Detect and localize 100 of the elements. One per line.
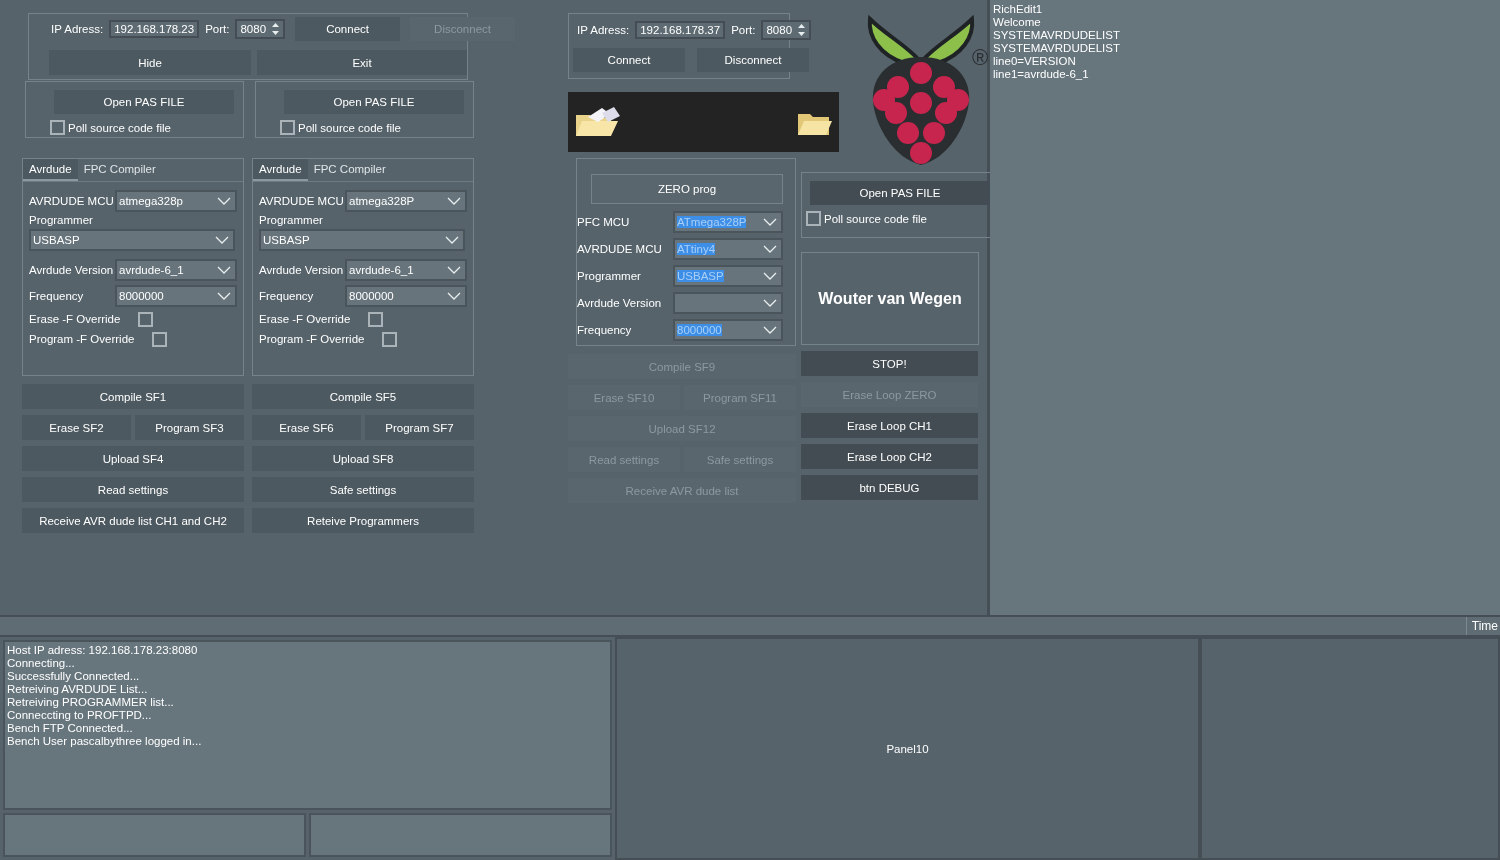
dropdown[interactable]: atmega328P: [345, 190, 467, 212]
dropdown[interactable]: avrdude-6_1: [115, 259, 237, 281]
button[interactable]: Open PAS FILE: [284, 90, 464, 114]
dropdown[interactable]: USBASP: [29, 229, 235, 251]
field-label: Avrdude Version: [577, 296, 662, 309]
log-line: Host IP adress: 192.168.178.23:8080: [7, 644, 199, 657]
column-header[interactable]: Time: [1465, 617, 1500, 635]
rich-edit-memo[interactable]: RichEdit1 Welcome SYSTEMAVRDUDELIST SYSTEMAVRDUDELIST line0=VERSION line1=avrdude-6_1: [990, 0, 1500, 615]
button[interactable]: Erase Loop CH2: [801, 444, 978, 469]
field-label: Frequency: [577, 323, 632, 336]
log-line: Retreiving PROGRAMMER list...: [7, 696, 175, 709]
dropdown[interactable]: 8000000: [345, 285, 467, 307]
field-label: Frequency: [259, 290, 314, 302]
chevron-down-icon: [447, 292, 461, 300]
checkbox-label: Poll source code file: [298, 121, 401, 134]
log-line: Connecting...: [7, 657, 76, 670]
author-name: Wouter van Wegen: [818, 289, 962, 308]
spin-arrows-icon: [797, 23, 807, 37]
panel-caption: Panel10: [886, 742, 929, 755]
button[interactable]: Receive AVR dude list CH1 and CH2: [22, 508, 244, 533]
checkbox-label: Program -F Override: [29, 333, 135, 345]
button[interactable]: Reteive Programmers: [252, 508, 474, 533]
checkbox-label: Poll source code file: [68, 121, 171, 134]
button[interactable]: Connect: [573, 48, 685, 72]
field-label: PFC MCU: [577, 215, 630, 228]
checkbox[interactable]: [382, 331, 398, 347]
button[interactable]: Connect: [295, 17, 401, 41]
folder-icon: [574, 105, 622, 139]
button[interactable]: Open PAS FILE: [810, 181, 990, 205]
chevron-down-icon: [763, 298, 777, 307]
memo-line: line0=VERSION: [993, 55, 1077, 68]
log-memo[interactable]: [3, 640, 612, 810]
dropdown[interactable]: 8000000: [115, 285, 237, 307]
checkbox[interactable]: [280, 120, 295, 135]
button[interactable]: Erase Loop CH1: [801, 413, 978, 438]
field-label: Avrdude Version: [29, 264, 114, 276]
log-line: Bench User pascalbythree logged in...: [7, 735, 203, 748]
field-label: Programmer: [29, 214, 94, 226]
chevron-down-icon: [763, 271, 777, 280]
button[interactable]: ZERO prog: [591, 174, 783, 204]
spin-arrows-icon: [271, 22, 281, 36]
field-label: Avrdude Version: [259, 264, 344, 276]
field-label: AVRDUDE MCU: [29, 195, 114, 207]
tab[interactable]: Avrdude: [23, 159, 78, 181]
button[interactable]: Compile SF1: [22, 384, 244, 409]
tab[interactable]: FPC Compiler: [307, 159, 392, 181]
tab[interactable]: Avrdude: [253, 159, 308, 181]
checkbox[interactable]: [806, 211, 821, 226]
log-line: Successfully Connected...: [7, 670, 141, 683]
chevron-down-icon: [215, 236, 229, 244]
checkbox[interactable]: [138, 311, 154, 327]
chevron-down-icon: [763, 325, 777, 334]
dropdown[interactable]: USBASP: [259, 229, 465, 251]
memo-line: SYSTEMAVRDUDELIST: [993, 29, 1121, 42]
log-line: Retreiving AVRDUDE List...: [7, 683, 149, 696]
chevron-down-icon: [217, 197, 231, 205]
button[interactable]: Hide: [49, 50, 251, 75]
chevron-down-icon: [447, 266, 461, 274]
button[interactable]: Safe settings: [252, 477, 474, 502]
field-label: IP Adress:: [577, 24, 630, 36]
field-label: Programmer: [259, 214, 324, 226]
button[interactable]: STOP!: [801, 351, 978, 376]
dropdown[interactable]: atmega328p: [115, 190, 237, 212]
field-label: Port:: [205, 23, 230, 35]
dropdown[interactable]: [673, 291, 783, 314]
dropdown[interactable]: avrdude-6_1: [345, 259, 467, 281]
ip-field[interactable]: 192.168.178.37: [635, 21, 726, 39]
button[interactable]: Upload SF4: [22, 446, 244, 471]
button[interactable]: Disconnect: [697, 48, 809, 72]
button[interactable]: Open PAS FILE: [54, 90, 234, 114]
checkbox-label: Poll source code file: [824, 212, 927, 225]
memo-line: RichEdit1: [993, 3, 1044, 16]
checkbox[interactable]: [368, 311, 384, 327]
button[interactable]: btn DEBUG: [801, 475, 978, 500]
ip-field[interactable]: 192.168.178.23: [109, 20, 200, 38]
button[interactable]: Program SF7: [365, 415, 474, 440]
button[interactable]: Erase SF2: [22, 415, 131, 440]
memo-line: SYSTEMAVRDUDELIST: [993, 42, 1121, 55]
button[interactable]: Exit: [257, 50, 467, 75]
chevron-down-icon: [217, 266, 231, 274]
port-spinner[interactable]: 8080: [235, 19, 286, 39]
tab[interactable]: FPC Compiler: [77, 159, 162, 181]
log-line: Conneccting to PROFTPD...: [7, 709, 153, 722]
button[interactable]: Upload SF8: [252, 446, 474, 471]
checkbox-label: Program -F Override: [259, 333, 365, 345]
port-spinner[interactable]: 8080: [761, 20, 812, 40]
checkbox[interactable]: [50, 120, 65, 135]
button[interactable]: Read settings: [22, 477, 244, 502]
button[interactable]: Erase SF6: [252, 415, 361, 440]
memo-line: Welcome: [993, 16, 1042, 29]
checkbox[interactable]: [152, 331, 168, 347]
log-line: Bench FTP Connected...: [7, 722, 134, 735]
button[interactable]: Program SF3: [135, 415, 244, 440]
field-label: Port:: [731, 24, 756, 36]
field-label: AVRDUDE MCU: [577, 242, 662, 255]
chevron-down-icon: [763, 244, 777, 253]
checkbox-label: Erase -F Override: [29, 313, 121, 325]
registered-mark: ®: [972, 45, 989, 71]
button[interactable]: Compile SF5: [252, 384, 474, 409]
field-label: Frequency: [29, 290, 84, 302]
